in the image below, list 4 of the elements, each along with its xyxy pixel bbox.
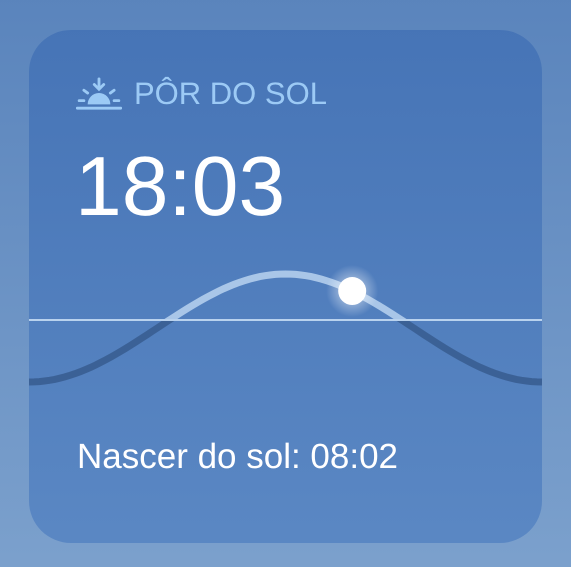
sunrise-time: Nascer do sol: 08:02	[77, 436, 400, 478]
widget-title: PÔR DO SOL	[134, 76, 327, 112]
sunset-icon	[76, 77, 122, 111]
sunset-time: 18:03	[75, 138, 286, 234]
